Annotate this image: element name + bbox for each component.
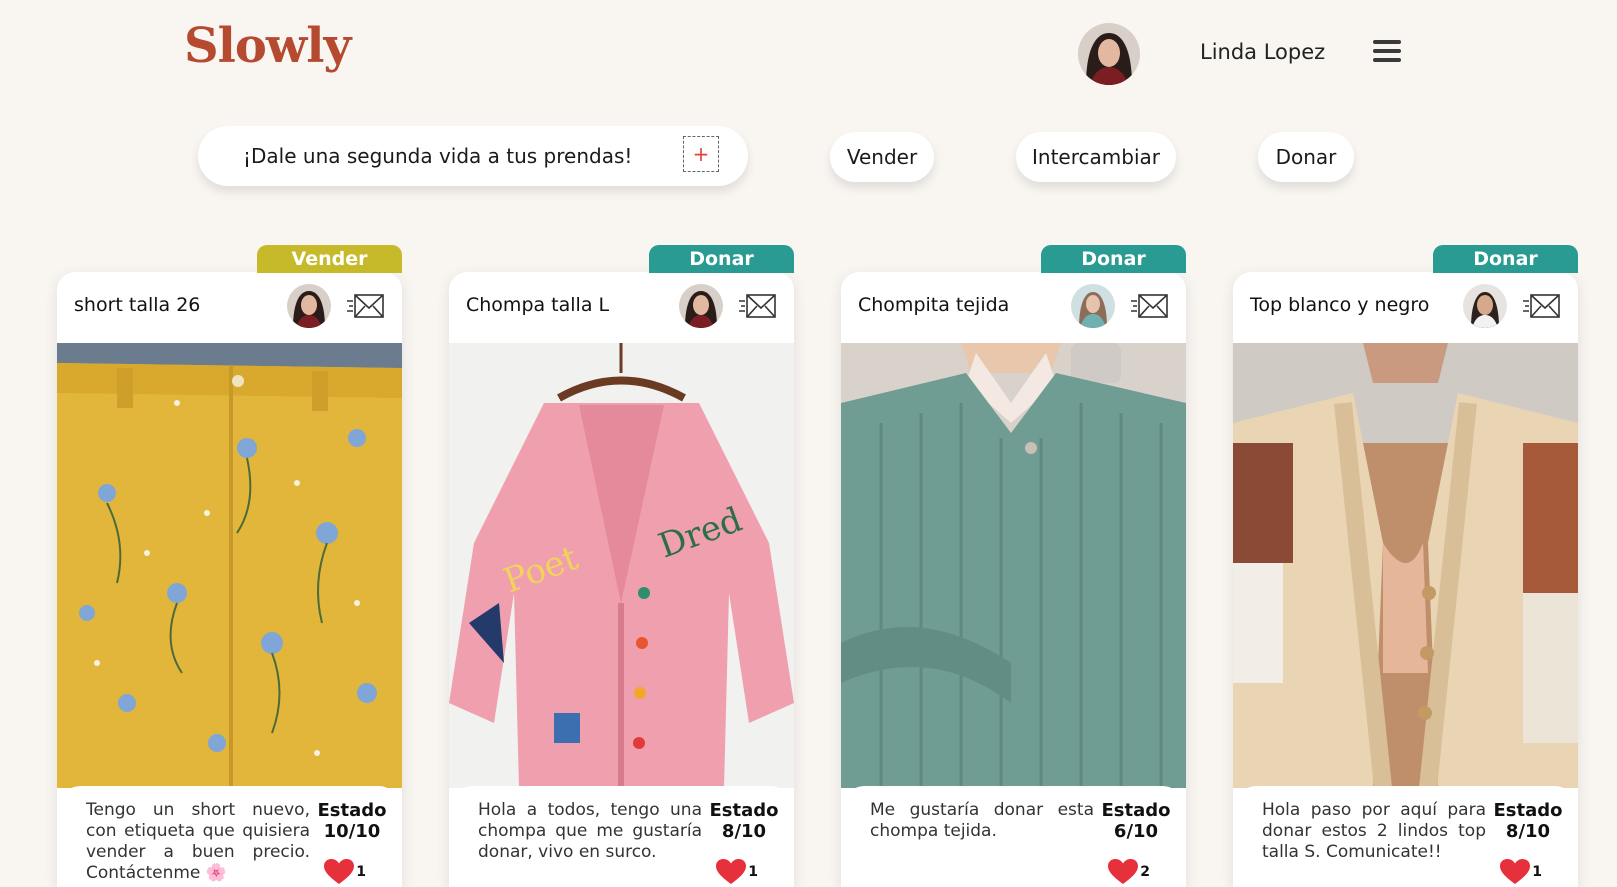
like-count: 1: [748, 864, 758, 880]
card-description: Tengo un short nuevo, con etiqueta que q…: [86, 800, 310, 883]
owner-avatar[interactable]: [287, 284, 331, 328]
mail-icon[interactable]: [1523, 292, 1561, 320]
post-prompt-bar[interactable]: ¡Dale una segunda vida a tus prendas!: [198, 126, 748, 186]
owner-avatar[interactable]: [679, 284, 723, 328]
product-card[interactable]: Donar Chompita tejida Me gustaría donar …: [841, 245, 1186, 887]
condition-value: 8/10: [721, 821, 767, 842]
card-title: Chompa talla L: [466, 294, 610, 316]
card-details: Hola a todos, tengo una chompa que me gu…: [449, 786, 794, 887]
condition-label: Estado: [317, 800, 387, 821]
add-post-button[interactable]: +: [683, 136, 719, 172]
mail-icon[interactable]: [739, 292, 777, 320]
like-count: 1: [1532, 864, 1542, 880]
user-avatar[interactable]: [1078, 23, 1140, 85]
card-type-tag: Donar: [649, 245, 794, 273]
like-count: 2: [1140, 864, 1150, 880]
like-button[interactable]: 1: [324, 859, 366, 885]
product-image[interactable]: [57, 343, 402, 788]
condition-value: 10/10: [323, 821, 381, 842]
heart-icon: [1108, 859, 1139, 884]
product-image[interactable]: [841, 343, 1186, 788]
product-image[interactable]: [1233, 343, 1578, 788]
mail-icon[interactable]: [347, 292, 385, 320]
card-type-tag: Donar: [1041, 245, 1186, 273]
mail-icon[interactable]: [1131, 292, 1169, 320]
post-prompt-text: ¡Dale una segunda vida a tus prendas!: [243, 144, 633, 168]
card-title: Chompita tejida: [858, 294, 1010, 316]
card-type-tag: Vender: [257, 245, 402, 273]
plus-icon: +: [692, 142, 710, 166]
brand-logo[interactable]: Slowly: [184, 18, 351, 74]
like-button[interactable]: 1: [1500, 859, 1542, 885]
card-details: Me gustaría donar esta chompa tejida. Es…: [841, 786, 1186, 887]
like-count: 1: [356, 864, 366, 880]
hamburger-menu-icon[interactable]: [1373, 40, 1401, 62]
owner-avatar[interactable]: [1071, 284, 1115, 328]
card-title: Top blanco y negro: [1250, 294, 1430, 316]
card-details: Tengo un short nuevo, con etiqueta que q…: [57, 786, 402, 887]
card-description: Hola a todos, tengo una chompa que me gu…: [478, 800, 702, 862]
condition-label: Estado: [709, 800, 779, 821]
heart-icon: [324, 859, 355, 884]
owner-avatar[interactable]: [1463, 284, 1507, 328]
condition-value: 8/10: [1505, 821, 1551, 842]
product-card[interactable]: Donar Chompa talla L Poet Dred Hola a to…: [449, 245, 794, 887]
condition-label: Estado: [1493, 800, 1563, 821]
heart-icon: [716, 859, 747, 884]
filter-sell-button[interactable]: Vender: [830, 132, 934, 182]
card-type-tag: Donar: [1433, 245, 1578, 273]
card-details: Hola paso por aquí para donar estos 2 li…: [1233, 786, 1578, 887]
filter-exchange-button[interactable]: Intercambiar: [1016, 132, 1176, 182]
heart-icon: [1500, 859, 1531, 884]
like-button[interactable]: 1: [716, 859, 758, 885]
card-description: Hola paso por aquí para donar estos 2 li…: [1262, 800, 1486, 862]
user-name[interactable]: Linda Lopez: [1200, 40, 1325, 64]
like-button[interactable]: 2: [1108, 859, 1150, 885]
product-image[interactable]: Poet Dred: [449, 343, 794, 788]
condition-label: Estado: [1101, 800, 1171, 821]
card-description: Me gustaría donar esta chompa tejida.: [870, 800, 1094, 841]
filter-donate-button[interactable]: Donar: [1258, 132, 1354, 182]
product-card[interactable]: Vender short talla 26 Tengo un short nue…: [57, 245, 402, 887]
condition-value: 6/10: [1113, 821, 1159, 842]
product-card[interactable]: Donar Top blanco y negro Hola paso por a…: [1233, 245, 1578, 887]
card-title: short talla 26: [74, 294, 201, 316]
